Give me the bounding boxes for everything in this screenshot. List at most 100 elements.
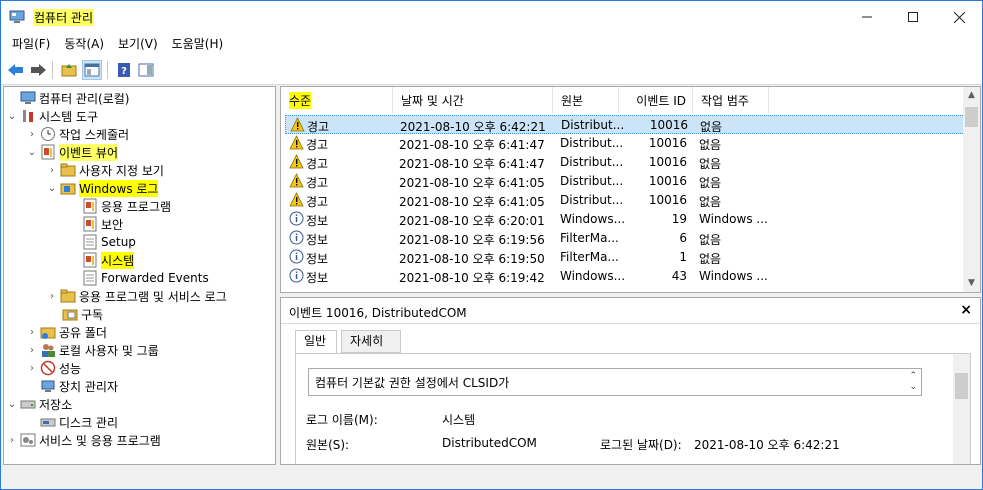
cell-category: Windows ...: [699, 269, 768, 283]
expand-chevron-icon[interactable]: ›: [26, 327, 38, 338]
cell-level: 경고: [307, 120, 330, 134]
cell-event-id: 10016: [649, 118, 688, 132]
show-hide-tree-button[interactable]: [82, 60, 102, 80]
detail-header: 이벤트 10016, DistributedCOM ×: [281, 298, 980, 324]
tree-node-setup-log[interactable]: Setup: [82, 233, 136, 251]
tree-node-application-log[interactable]: 응용 프로그램: [82, 197, 171, 215]
tab-general[interactable]: 일반: [295, 330, 337, 354]
tree-node-custom-views[interactable]: › 사용자 지정 보기: [46, 161, 164, 179]
computer-management-icon: [9, 10, 25, 23]
maximize-button[interactable]: [890, 1, 936, 33]
tree-node-shared-folders[interactable]: › 공유 폴더: [26, 323, 107, 341]
tree-node-apps-services-logs[interactable]: › 응용 프로그램 및 서비스 로그: [46, 287, 227, 305]
tree-label: Windows 로그: [79, 179, 159, 197]
tab-details[interactable]: 자세히: [341, 330, 401, 353]
tree-node-event-viewer[interactable]: ⌄ 이벤트 뷰어: [26, 143, 119, 161]
tree-label: 시스템 도구: [39, 109, 99, 124]
expand-chevron-icon[interactable]: ›: [6, 435, 18, 446]
collapse-chevron-icon[interactable]: ⌄: [6, 111, 18, 122]
column-header-datetime[interactable]: 날짜 및 시간: [393, 87, 553, 113]
menu-file[interactable]: 파일(F): [5, 33, 57, 55]
table-row[interactable]: 경고 2021-08-10 오후 6:41:47 Distribut... 10016…: [285, 153, 967, 172]
collapse-chevron-icon[interactable]: ⌄: [6, 399, 18, 410]
column-label: 수준: [289, 91, 312, 109]
show-action-pane-button[interactable]: [136, 60, 156, 80]
tree-node-task-scheduler[interactable]: › 작업 스케줄러: [26, 125, 129, 143]
table-row[interactable]: 경고 2021-08-10 오후 6:41:47 Distribut... 10016…: [285, 134, 967, 153]
tree-node-storage[interactable]: ⌄ 저장소: [6, 395, 72, 413]
svg-text:?: ?: [121, 66, 127, 77]
log-name-label: 로그 이름(M):: [306, 413, 378, 427]
source-value: DistributedCOM: [442, 436, 537, 450]
toolbar: ?: [1, 55, 982, 85]
back-button[interactable]: [6, 60, 26, 80]
close-button[interactable]: [936, 1, 982, 33]
expand-chevron-icon[interactable]: ›: [26, 345, 38, 356]
cell-datetime: 2021-08-10 오후 6:41:05: [399, 195, 545, 209]
cell-source: Distribut...: [560, 155, 624, 169]
expand-chevron-icon[interactable]: ›: [46, 165, 58, 176]
info-icon: [289, 268, 304, 283]
expand-chevron-icon[interactable]: ›: [26, 363, 38, 374]
collapse-chevron-icon[interactable]: ⌄: [26, 147, 38, 158]
folder-up-icon: [61, 64, 77, 77]
column-header-source[interactable]: 원본: [553, 87, 619, 113]
cell-category: 없음: [699, 138, 722, 152]
cell-datetime: 2021-08-10 오후 6:20:01: [399, 214, 545, 228]
spin-arrows-icon[interactable]: ⌃ ⌄: [909, 371, 917, 393]
tree-label: 로컬 사용자 및 그룹: [59, 343, 159, 358]
expand-chevron-icon[interactable]: ›: [46, 291, 58, 302]
close-detail-icon[interactable]: ×: [960, 302, 972, 318]
expand-chevron-icon[interactable]: ›: [26, 129, 38, 140]
tree-node-device-manager[interactable]: 장치 관리자: [40, 377, 118, 395]
computer-management-icon: [20, 91, 36, 104]
table-row[interactable]: 정보 2021-08-10 오후 6:19:50 FilterMa... 1 없음: [285, 248, 967, 267]
column-header-level[interactable]: 수준: [281, 87, 393, 113]
cell-event-id: 10016: [648, 193, 687, 207]
cell-category: 없음: [699, 252, 722, 266]
menu-view[interactable]: 보기(V): [111, 33, 165, 55]
warning-icon: [289, 154, 304, 169]
table-row[interactable]: 정보 2021-08-10 오후 6:19:56 FilterMa... 6 없음: [285, 229, 967, 248]
minimize-button[interactable]: [844, 1, 890, 33]
detail-scrollbar[interactable]: [953, 354, 970, 464]
console-tree: 컴퓨터 관리(로컬) ⌄ 시스템 도구 › 작업 스케줄러 ⌄ 이벤트 뷰어 ›…: [3, 86, 276, 465]
menu-help[interactable]: 도움말(H): [165, 33, 231, 55]
tree-node-root[interactable]: 컴퓨터 관리(로컬): [6, 89, 129, 107]
action-pane-icon: [138, 63, 154, 77]
table-row[interactable]: 경고 2021-08-10 오후 6:41:05 Distribut... 10016…: [285, 191, 967, 210]
forward-button[interactable]: [28, 60, 48, 80]
scrollbar-thumb[interactable]: [965, 107, 978, 127]
tree-node-performance[interactable]: › 성능: [26, 359, 81, 377]
tree-node-system-log[interactable]: 시스템: [82, 251, 135, 269]
scroll-down-icon[interactable]: ▼: [963, 275, 980, 292]
performance-icon: [40, 360, 56, 376]
event-list-scrollbar[interactable]: ▲ ▼: [963, 87, 980, 292]
tree-node-subscriptions[interactable]: 구독: [62, 305, 103, 323]
tree-node-local-users-groups[interactable]: › 로컬 사용자 및 그룹: [26, 341, 159, 359]
tree-node-services-apps[interactable]: › 서비스 및 응용 프로그램: [6, 431, 161, 449]
table-row[interactable]: 경고 2021-08-10 오후 6:41:05 Distribut... 10016…: [285, 172, 967, 191]
tree-node-windows-logs[interactable]: ⌄ Windows 로그: [46, 179, 159, 197]
log-file-icon: [83, 252, 97, 268]
column-header-event-id[interactable]: 이벤트 ID: [619, 87, 693, 113]
event-description-box[interactable]: 컴퓨터 기본값 권한 설정에서 CLSID가 ⌃ ⌄: [308, 368, 922, 396]
cell-datetime: 2021-08-10 오후 6:19:50: [399, 252, 545, 266]
folder-icon: [60, 163, 76, 177]
menu-action[interactable]: 동작(A): [57, 33, 111, 55]
column-header-category[interactable]: 작업 범주: [693, 87, 769, 113]
up-folder-button[interactable]: [59, 60, 79, 80]
table-row[interactable]: 정보 2021-08-10 오후 6:19:42 Windows... 43 Windo…: [285, 267, 967, 286]
cell-datetime: 2021-08-10 오후 6:19:56: [399, 233, 545, 247]
collapse-chevron-icon[interactable]: ⌄: [46, 183, 58, 194]
tree-node-security-log[interactable]: 보안: [82, 215, 123, 233]
tree-label: 작업 스케줄러: [59, 127, 130, 142]
tree-node-forwarded-events[interactable]: Forwarded Events: [82, 269, 209, 287]
table-row[interactable]: 정보 2021-08-10 오후 6:20:01 Windows... 19 Windo…: [285, 210, 967, 229]
table-row[interactable]: 경고 2021-08-10 오후 6:42:21 Distribut... 10016…: [285, 115, 967, 134]
scrollbar-thumb[interactable]: [955, 373, 968, 399]
scroll-up-icon[interactable]: ▲: [963, 87, 980, 104]
tree-node-disk-management[interactable]: 디스크 관리: [40, 413, 118, 431]
help-button[interactable]: ?: [114, 60, 134, 80]
tree-node-system-tools[interactable]: ⌄ 시스템 도구: [6, 107, 98, 125]
